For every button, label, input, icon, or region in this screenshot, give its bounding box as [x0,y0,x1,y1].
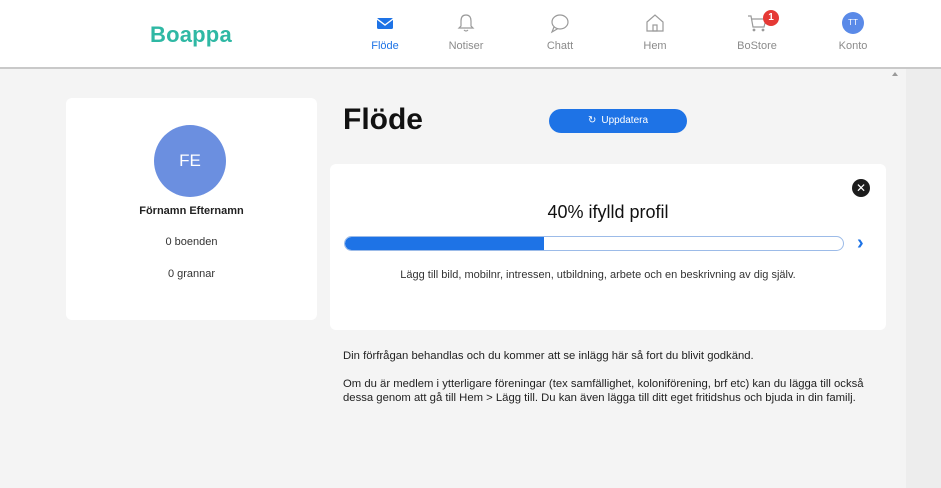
nav-label-home: Hem [643,40,667,52]
chat-bubble-icon [550,14,569,34]
additional-associations-text: Om du är medlem i ytterligare föreningar… [343,378,864,404]
nav-item-account[interactable]: TT Konto [818,12,888,62]
right-gutter [906,69,941,488]
profile-name[interactable]: Förnamn Efternamn [66,205,317,217]
nav-item-notifications[interactable]: Notiser [431,12,501,62]
nav-label-notifications: Notiser [448,40,484,52]
nav-item-home[interactable]: Hem [620,12,690,62]
page-title: Flöde [343,103,423,136]
progress-title: 40% ifylld profil [547,202,669,222]
nav-item-bostore[interactable]: 1 BoStore [722,10,792,62]
pending-approval-text: Din förfrågan behandlas och du kommer at… [343,350,754,362]
nav-item-chat[interactable]: Chatt [525,12,595,62]
nav-label-feed: Flöde [371,40,399,52]
envelope-icon [376,18,394,29]
account-avatar: TT [842,12,864,34]
nav-label-bostore: BoStore [737,40,777,52]
refresh-button[interactable]: ↻ Uppdatera [549,109,687,133]
profile-avatar[interactable]: FE [154,125,226,197]
home-icon [646,14,664,32]
bell-icon [457,14,475,32]
chevron-right-icon[interactable]: › [857,233,864,253]
profile-progress-card: ✕ 40% ifylld profil › Lägg till bild, mo… [330,164,886,330]
cart-badge: 1 [763,10,779,26]
top-navbar: Boappa Flöde Notiser Chatt Hem 1 BoStore… [0,0,941,69]
progress-bar-fill [345,237,545,250]
nav-item-feed[interactable]: Flöde [350,12,420,62]
close-icon[interactable]: ✕ [852,179,870,197]
progress-hint: Lägg till bild, mobilnr, intressen, utbi… [400,269,796,281]
refresh-button-label: Uppdatera [601,115,649,126]
scrollbar[interactable] [888,69,906,488]
refresh-icon: ↻ [587,115,597,126]
progress-bar [344,236,844,251]
scroll-up-arrow-icon[interactable] [892,72,898,76]
app-logo[interactable]: Boappa [150,22,232,48]
profile-card: FE Förnamn Efternamn 0 boenden 0 grannar [66,98,317,320]
profile-residents: 0 boenden [165,236,218,248]
nav-label-account: Konto [838,40,868,52]
profile-neighbors: 0 grannar [167,268,216,280]
nav-label-chat: Chatt [546,40,574,52]
